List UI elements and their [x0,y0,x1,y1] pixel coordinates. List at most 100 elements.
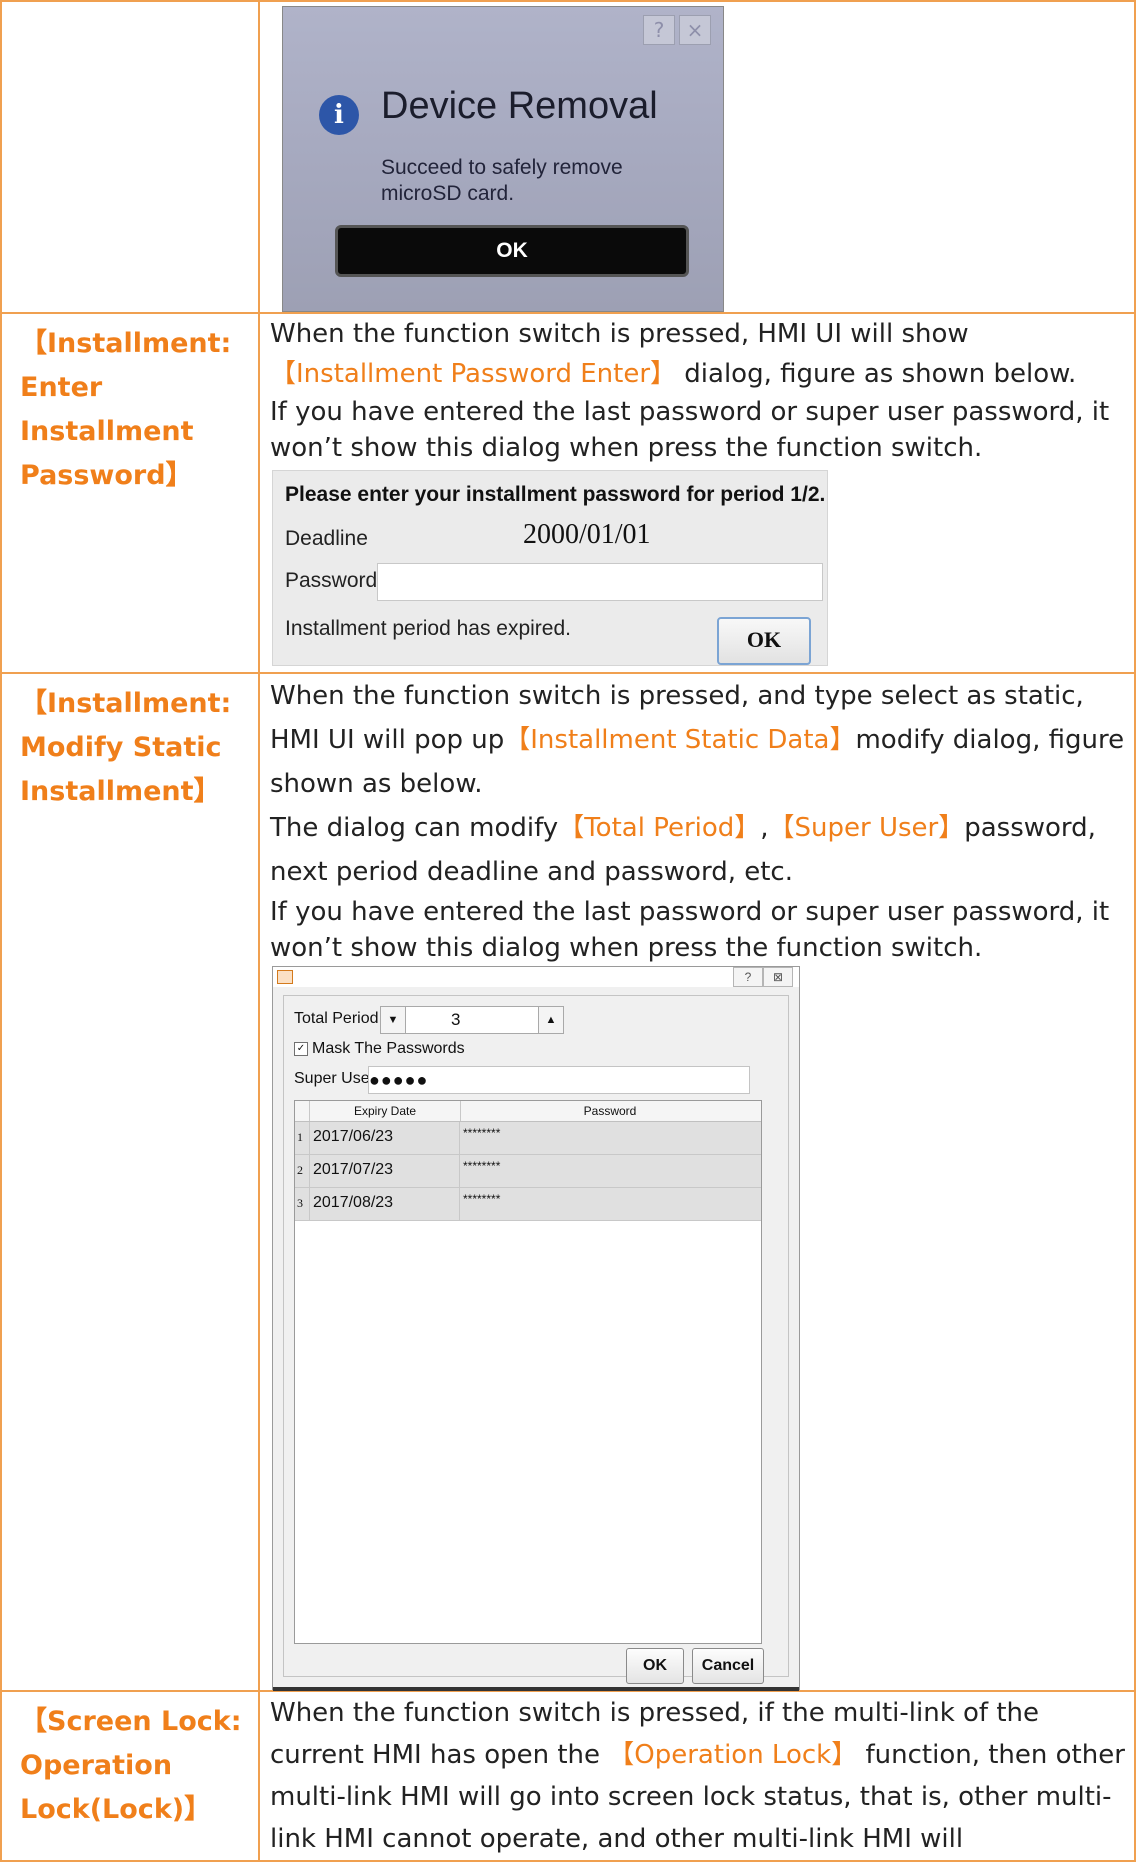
table-row: 【Installment: Enter Installment Password… [0,312,1136,674]
function-label: 【Installment: Modify Static Installment】 [2,674,258,814]
total-period-spinner[interactable]: ▼ 3 ▲ [380,1006,564,1034]
content-cell: ? × i Device Removal Succeed to safely r… [258,0,1136,314]
label-line: Lock(Lock)】 [20,1794,212,1825]
table-row: 【Installment: Modify Static Installment】… [0,672,1136,1692]
password-cell[interactable]: ******** [463,1192,500,1206]
deadline-value: 2000/01/01 [523,519,651,550]
title-buttons: ? ⊠ [733,967,793,987]
password-cell[interactable]: ******** [463,1126,500,1140]
table-row[interactable]: 3 2017/08/23 ******** [295,1188,761,1221]
deadline-label: Deadline [285,527,368,550]
divider [459,1155,460,1187]
message-line: microSD card. [381,182,515,205]
dialog-message: Succeed to safely remove microSD card. [381,155,623,207]
chevron-down-icon[interactable]: ▼ [381,1007,406,1033]
text: The dialog can modify [270,813,559,843]
row-number: 2 [297,1163,303,1177]
function-table: ? × i Device Removal Succeed to safely r… [0,0,1136,1862]
mask-passwords-checkbox[interactable]: ✓ Mask The Passwords [294,1040,465,1058]
text: When the function switch is pressed, HMI… [270,319,969,349]
label-line: Password】 [20,460,193,491]
label-cell: 【Installment: Modify Static Installment】 [0,672,260,1692]
table-row: ? × i Device Removal Succeed to safely r… [0,0,1136,314]
password-cell[interactable]: ******** [463,1159,500,1173]
function-label: 【Screen Lock: Operation Lock(Lock)】 [2,1692,258,1832]
super-user-input[interactable]: ●●●●● [368,1066,750,1094]
label-line: Installment】 [20,776,221,807]
table-row[interactable]: 1 2017/06/23 ******** [295,1122,761,1155]
expiry-date-cell[interactable]: 2017/06/23 [313,1128,393,1146]
info-icon: i [319,95,359,135]
dialog-body: Total Period ▼ 3 ▲ ✓ Mask The Passwords … [283,995,789,1684]
super-user-label: Super User [294,1070,375,1087]
password-label: Password [285,569,378,592]
text: , [760,813,769,843]
label-line: Modify Static [20,732,222,763]
paragraph: If you have entered the last password or… [270,897,1110,963]
label-line: Installment [20,416,194,447]
table-header: Expiry Date Password [295,1101,761,1122]
content-cell: When the function switch is pressed, and… [258,672,1136,1692]
row-number: 1 [297,1130,303,1144]
label-line: 【Installment: [20,688,232,719]
function-label: 【Installment: Enter Installment Password… [2,314,258,498]
cancel-button[interactable]: Cancel [692,1648,764,1684]
app-icon [277,970,293,984]
ok-button[interactable]: OK [626,1648,684,1684]
paragraph: When the function switch is pressed, HMI… [270,314,1126,394]
content-cell: When the function switch is pressed, if … [258,1690,1136,1862]
help-button[interactable]: ? [643,15,675,45]
expiry-date-cell[interactable]: 2017/07/23 [313,1161,393,1179]
checkbox-icon[interactable]: ✓ [294,1042,308,1056]
message-line: Succeed to safely remove [381,156,623,179]
expiry-date-cell[interactable]: 2017/08/23 [313,1194,393,1212]
dialog-title: Device Removal [381,85,658,127]
ok-button[interactable]: OK [335,225,689,277]
password-input[interactable] [377,563,823,601]
label-cell: 【Screen Lock: Operation Lock(Lock)】 [0,1690,260,1862]
paragraph: The dialog can modify【Total Period】,【Sup… [270,806,1126,894]
close-button[interactable]: × [679,15,711,45]
mask-passwords-label: Mask The Passwords [312,1040,465,1057]
description: When the function switch is pressed, if … [260,1692,1134,1860]
row-number: 3 [297,1196,303,1210]
label-line: Operation [20,1750,173,1781]
dialog-title: Please enter your installment password f… [285,483,826,506]
divider [273,1687,799,1691]
ok-button[interactable]: OK [717,617,811,665]
label-line: Enter [20,372,103,403]
table-row: 【Screen Lock: Operation Lock(Lock)】 When… [0,1690,1136,1862]
description: When the function switch is pressed, HMI… [260,314,1134,466]
label-line: 【Screen Lock: [20,1706,242,1737]
divider [309,1122,310,1154]
content-cell: When the function switch is pressed, HMI… [258,312,1136,674]
description: When the function switch is pressed, and… [260,674,1134,966]
divider [309,1188,310,1220]
help-button[interactable]: ? [733,967,763,987]
device-removal-photo: ? × i Device Removal Succeed to safely r… [282,6,724,312]
label-cell [0,0,260,314]
status-message: Installment period has expired. [285,617,571,640]
text: dialog, figure as shown below. [676,359,1077,389]
expiry-date-header[interactable]: Expiry Date [309,1101,461,1121]
installment-static-dialog: ? ⊠ Total Period ▼ 3 ▲ ✓ Mask The Passwo… [272,966,800,1691]
label-cell: 【Installment: Enter Installment Password… [0,312,260,674]
chevron-up-icon[interactable]: ▲ [538,1007,563,1033]
divider [309,1155,310,1187]
highlight-text: 【Installment Password Enter】 [270,359,677,389]
highlight-text: 【Super User】 [768,813,965,843]
password-header[interactable]: Password [459,1101,761,1121]
paragraph: When the function switch is pressed, and… [270,674,1126,806]
paragraph: If you have entered the last password or… [270,397,1110,463]
total-period-value: 3 [451,1010,461,1029]
label-line: 【Installment: [20,328,232,359]
installment-table: Expiry Date Password 1 2017/06/23 ******… [294,1100,762,1644]
highlight-text: 【Installment Static Data】 [504,725,856,755]
document-page: ? × i Device Removal Succeed to safely r… [0,0,1136,1862]
highlight-text: 【Operation Lock】 [608,1740,858,1770]
table-row[interactable]: 2 2017/07/23 ******** [295,1155,761,1188]
total-period-label: Total Period [294,1010,379,1027]
highlight-text: 【Total Period】 [558,813,761,843]
close-button[interactable]: ⊠ [763,967,793,987]
divider [459,1188,460,1220]
